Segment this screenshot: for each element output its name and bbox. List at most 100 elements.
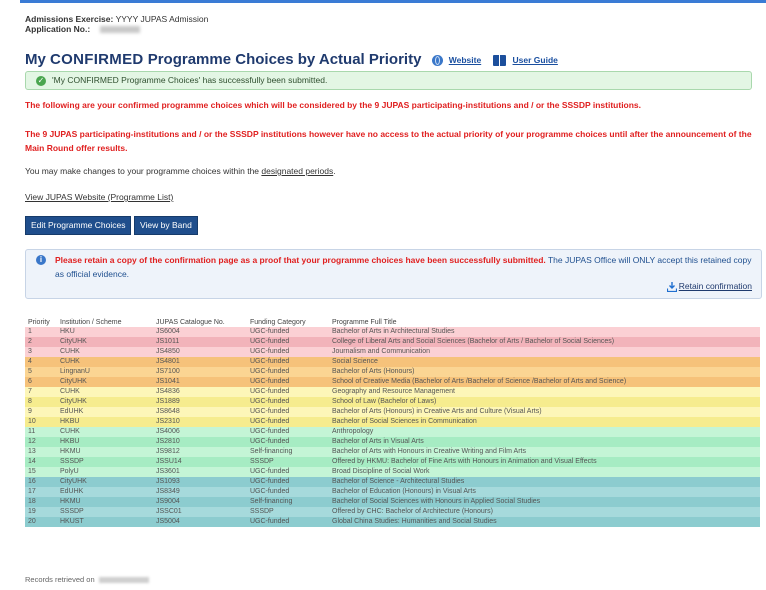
cell-programme-title: Bachelor of Arts (Honours) in Creative A… (332, 408, 542, 415)
cell-institution: CityUHK (60, 338, 87, 345)
cell-catalogue-no: JS5004 (156, 518, 180, 525)
priority-access-notice: The 9 JUPAS participating-institutions a… (25, 129, 752, 153)
cell-priority: 16 (28, 478, 36, 485)
cell-programme-title: School of Law (Bachelor of Laws) (332, 398, 437, 405)
cell-institution: HKBU (60, 418, 80, 425)
cell-catalogue-no: JS1011 (156, 338, 180, 345)
cell-programme-title: Geography and Resource Management (332, 388, 455, 395)
cell-programme-title: School of Creative Media (Bachelor of Ar… (332, 378, 627, 385)
cell-institution: CUHK (60, 428, 80, 435)
changes-end: . (333, 166, 336, 176)
retain-notice-text: Please retain a copy of the confirmation… (55, 253, 755, 281)
cell-priority: 14 (28, 458, 36, 465)
cell-priority: 7 (28, 388, 32, 395)
cell-catalogue-no: JS1041 (156, 378, 180, 385)
table-row: 17 EdUHK JS8349 UGC-funded Bachelor of Educa… (25, 487, 760, 497)
cell-funding-category: UGC-funded (250, 438, 290, 445)
globe-icon[interactable] (431, 54, 443, 66)
cell-institution: CityUHK (60, 478, 87, 485)
book-icon[interactable] (493, 54, 507, 66)
table-row: 14 SSSDP JSSU14 SSSDP Offered by HKMU: Bache… (25, 457, 760, 467)
download-icon (666, 281, 677, 292)
cell-funding-category: UGC-funded (250, 358, 290, 365)
table-row: 4 CUHK JS4801 UGC-funded Social Science (25, 357, 760, 367)
user-guide-link[interactable]: User Guide (513, 55, 558, 65)
cell-institution: CUHK (60, 358, 80, 365)
cell-catalogue-no: JS9004 (156, 498, 180, 505)
col-header-institution: Institution / Scheme (60, 318, 122, 326)
cell-programme-title: Offered by CHC: Bachelor of Architecture… (332, 508, 493, 515)
cell-funding-category: UGC-funded (250, 518, 290, 525)
table-row: 2 CityUHK JS1011 UGC-funded College of Liber… (25, 337, 760, 347)
cell-institution: CityUHK (60, 398, 87, 405)
view-by-band-button[interactable]: View by Band (134, 216, 198, 235)
edit-programme-choices-button[interactable]: Edit Programme Choices (25, 216, 132, 235)
cell-programme-title: Bachelor of Arts with Honours in Creativ… (332, 448, 527, 455)
view-jupas-website-link[interactable]: View JUPAS Website (Programme List) (25, 192, 173, 202)
cell-institution: EdUHK (60, 408, 84, 415)
cell-institution: CUHK (60, 348, 80, 355)
cell-institution: HKMU (60, 448, 81, 455)
cell-programme-title: Bachelor of Social Sciences with Honours… (332, 498, 541, 505)
footer-text: Records retrieved on (25, 575, 95, 584)
designated-periods-link[interactable]: designated periods (261, 166, 333, 176)
cell-priority: 17 (28, 488, 36, 495)
cell-institution: CityUHK (60, 378, 87, 385)
cell-programme-title: Anthropology (332, 428, 374, 435)
table-row: 12 HKBU JS2810 UGC-funded Bachelor of Arts i… (25, 437, 760, 447)
title-suffix: Programme Choices by Actual Priority (143, 51, 422, 68)
cell-funding-category: UGC-funded (250, 418, 290, 425)
cell-priority: 10 (28, 418, 36, 425)
col-header-title: Programme Full Title (332, 318, 397, 326)
cell-funding-category: UGC-funded (250, 338, 290, 345)
cell-priority: 19 (28, 508, 36, 515)
records-retrieved-footer: Records retrieved on (25, 575, 149, 584)
cell-catalogue-no: JS1093 (156, 478, 180, 485)
cell-catalogue-no: JSSC01 (156, 508, 182, 515)
retain-confirmation-link[interactable]: Retain confirmation (666, 281, 752, 292)
cell-priority: 13 (28, 448, 36, 455)
table-row: 10 HKBU JS2310 UGC-funded Bachelor of Social… (25, 417, 760, 427)
cell-funding-category: UGC-funded (250, 368, 290, 375)
cell-funding-category: UGC-funded (250, 408, 290, 415)
cell-funding-category: Self-financing (250, 448, 293, 455)
info-icon: i (36, 255, 46, 265)
table-row: 7 CUHK JS4836 UGC-funded Geography and Resou… (25, 387, 760, 397)
cell-catalogue-no: JS6004 (156, 328, 180, 335)
table-row: 8 CityUHK JS1889 UGC-funded School of Law (B… (25, 397, 760, 407)
website-link[interactable]: Website (449, 55, 481, 65)
cell-institution: HKBU (60, 438, 80, 445)
success-message: 'My CONFIRMED Programme Choices' has suc… (52, 75, 328, 85)
cell-catalogue-no: JS7100 (156, 368, 180, 375)
cell-priority: 3 (28, 348, 32, 355)
cell-catalogue-no: JS8648 (156, 408, 180, 415)
cell-funding-category: UGC-funded (250, 378, 290, 385)
top-accent-bar (20, 0, 766, 3)
cell-programme-title: College of Liberal Arts and Social Scien… (332, 338, 615, 345)
cell-institution: CUHK (60, 388, 80, 395)
cell-institution: LingnanU (60, 368, 90, 375)
cell-priority: 6 (28, 378, 32, 385)
application-no-label: Application No.: (25, 24, 91, 34)
cell-priority: 20 (28, 518, 36, 525)
title-emphasis: CONFIRMED (50, 51, 144, 68)
cell-funding-category: UGC-funded (250, 428, 290, 435)
cell-funding-category: UGC-funded (250, 488, 290, 495)
table-row: 5 LingnanU JS7100 UGC-funded Bachelor of Art… (25, 367, 760, 377)
cell-institution: SSSDP (60, 508, 84, 515)
cell-programme-title: Journalism and Communication (332, 348, 431, 355)
cell-catalogue-no: JSSU14 (156, 458, 182, 465)
retain-copy-notice: i Please retain a copy of the confirmati… (25, 249, 762, 299)
cell-priority: 11 (28, 428, 36, 435)
table-row: 16 CityUHK JS1093 UGC-funded Bachelor of Sci… (25, 477, 760, 487)
table-row: 1 HKU JS6004 UGC-funded Bachelor of Arts in … (25, 327, 760, 337)
table-row: 15 PolyU JS3601 UGC-funded Broad Discipline … (25, 467, 760, 477)
col-header-priority: Priority (28, 318, 50, 326)
table-row: 11 CUHK JS4006 UGC-funded Anthropology (25, 427, 760, 437)
cell-funding-category: UGC-funded (250, 348, 290, 355)
retain-confirmation-label: Retain confirmation (678, 281, 752, 291)
exercise-value: YYYY JUPAS Admission (115, 14, 209, 24)
cell-funding-category: SSSDP (250, 508, 274, 515)
cell-programme-title: Global China Studies: Humanities and Soc… (332, 518, 497, 525)
page: Admissions Exercise: YYYY JUPAS Admissio… (0, 0, 766, 590)
